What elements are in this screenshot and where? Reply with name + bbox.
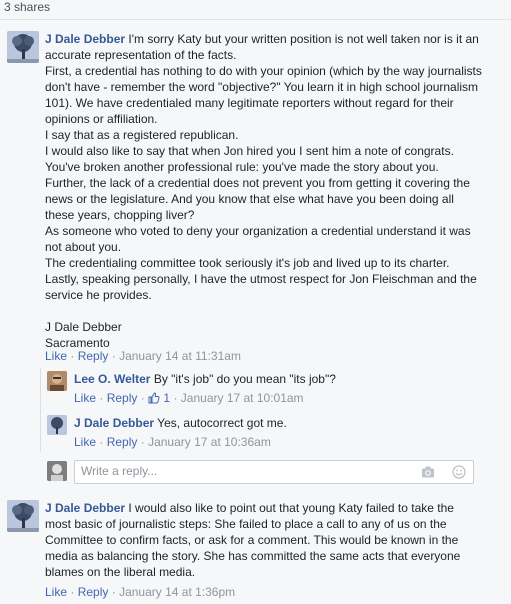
- signature-place: Sacramento: [45, 336, 110, 350]
- like-count[interactable]: 1: [163, 391, 170, 405]
- emoji-icon[interactable]: [452, 465, 466, 479]
- like-thumb-icon[interactable]: [148, 392, 160, 404]
- camera-icon[interactable]: [421, 465, 435, 479]
- comment-text: Lee O. Welter By "it's job" do you mean …: [74, 371, 494, 387]
- timestamp[interactable]: January 17 at 10:01am: [181, 391, 304, 405]
- separator: ·: [70, 349, 75, 363]
- separator: ·: [70, 585, 75, 599]
- comment-paragraph: I would also like to say that when Jon h…: [45, 144, 454, 174]
- like-button[interactable]: Like: [74, 435, 96, 449]
- comment-actions: Like · Reply · January 17 at 10:36am: [74, 435, 271, 450]
- reply-button[interactable]: Reply: [107, 435, 138, 449]
- avatar[interactable]: [47, 415, 67, 435]
- reply-button[interactable]: Reply: [107, 391, 138, 405]
- separator: ·: [140, 391, 145, 405]
- author-name[interactable]: Lee O. Welter: [74, 372, 150, 386]
- author-name[interactable]: J Dale Debber: [74, 416, 154, 430]
- reply-button[interactable]: Reply: [78, 349, 109, 363]
- comment-paragraph: The credentialing committee took serious…: [45, 256, 450, 270]
- separator: ·: [111, 349, 116, 363]
- avatar[interactable]: [7, 31, 39, 63]
- comment-actions: Like · Reply · January 14 at 11:31am: [45, 349, 241, 364]
- comment-paragraph: I say that as a registered republican.: [45, 128, 239, 142]
- reply-thread-line: [40, 368, 41, 452]
- comment-text: J Dale Debber I'm sorry Katy but your wr…: [45, 31, 485, 351]
- reply-button[interactable]: Reply: [78, 585, 109, 599]
- like-button[interactable]: Like: [74, 391, 96, 405]
- signature-name: J Dale Debber: [45, 320, 122, 334]
- comment-paragraph: By "it's job" do you mean "its job"?: [153, 372, 336, 386]
- avatar[interactable]: [47, 371, 67, 391]
- like-button[interactable]: Like: [45, 585, 67, 599]
- separator: ·: [99, 435, 104, 449]
- author-name[interactable]: J Dale Debber: [45, 501, 125, 515]
- timestamp[interactable]: January 17 at 10:36am: [148, 435, 271, 449]
- reply-input[interactable]: [75, 461, 411, 481]
- like-button[interactable]: Like: [45, 349, 67, 363]
- timestamp[interactable]: January 14 at 1:36pm: [119, 585, 235, 599]
- avatar[interactable]: [7, 500, 39, 532]
- separator: ·: [111, 585, 116, 599]
- comment-text: J Dale Debber Yes, autocorrect got me.: [74, 415, 494, 431]
- reply-input-box[interactable]: [74, 460, 474, 484]
- comment-text: J Dale Debber I would also like to point…: [45, 500, 465, 580]
- shares-count[interactable]: 3 shares: [4, 0, 50, 14]
- current-user-avatar: [47, 461, 67, 481]
- timestamp[interactable]: January 14 at 11:31am: [119, 349, 241, 363]
- comment-paragraph: Further, the lack of a credential does n…: [45, 176, 470, 222]
- comment-paragraph: Lastly, speaking personally, I have the …: [45, 272, 477, 302]
- separator: ·: [140, 435, 145, 449]
- comment-paragraph: Yes, autocorrect got me.: [157, 416, 287, 430]
- separator: ·: [99, 391, 104, 405]
- comment-paragraph: First, a credential has nothing to do wi…: [45, 64, 482, 126]
- author-name[interactable]: J Dale Debber: [45, 32, 125, 46]
- separator: ·: [173, 391, 178, 405]
- divider: [0, 19, 511, 20]
- comment-actions: Like · Reply · 1 · January 17 at 10:01am: [74, 391, 304, 406]
- comment-paragraph: As someone who voted to deny your organi…: [45, 224, 471, 254]
- comment-actions: Like · Reply · January 14 at 1:36pm: [45, 585, 235, 600]
